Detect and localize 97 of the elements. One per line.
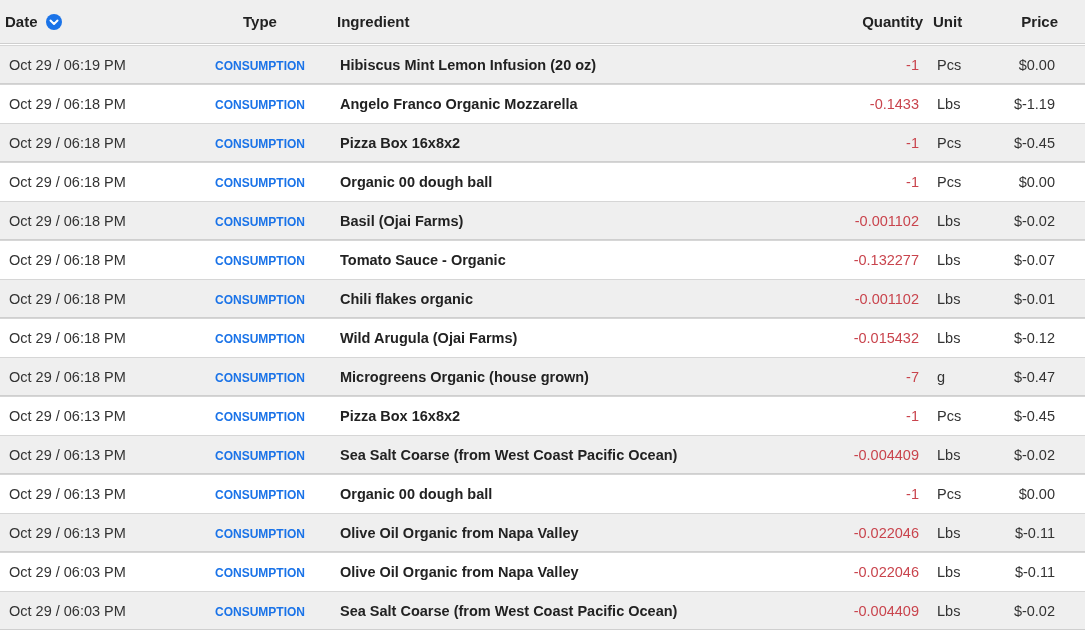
type-label: CONSUMPTION (215, 253, 305, 268)
ingredient-cell: Organic 00 dough ball (340, 173, 493, 190)
unit-cell: Lbs (937, 95, 961, 112)
ingredient-cell: Basil (Ojai Farms) (340, 212, 464, 229)
quantity-cell: -0.132277 (853, 251, 919, 268)
price-cell: $0.00 (1018, 485, 1055, 502)
unit-cell: Pcs (937, 407, 962, 424)
date-cell: Oct 29 / 06:03 PM (9, 602, 126, 619)
quantity-cell: -0.001102 (854, 290, 919, 307)
ingredient-cell: Pizza Box 16x8x2 (340, 407, 461, 424)
quantity-cell: -1 (906, 407, 919, 424)
unit-cell: g (937, 368, 946, 385)
column-header[interactable]: Ingredient (337, 13, 410, 30)
date-cell: Oct 29 / 06:18 PM (9, 329, 126, 346)
type-label: CONSUMPTION (215, 604, 305, 619)
price-cell: $-0.07 (1013, 251, 1055, 268)
price-cell: $-0.11 (1014, 524, 1055, 541)
quantity-cell: -1 (906, 485, 919, 502)
ingredient-cell: Olive Oil Organic from Napa Valley (340, 524, 579, 541)
type-label: CONSUMPTION (215, 526, 305, 541)
unit-cell: Lbs (937, 251, 961, 268)
price-cell: $-0.47 (1013, 368, 1055, 385)
price-cell: $-0.02 (1013, 602, 1055, 619)
unit-cell: Lbs (937, 524, 961, 541)
quantity-cell: -0.022046 (853, 563, 919, 580)
date-cell: Oct 29 / 06:19 PM (9, 56, 126, 73)
quantity-cell: -0.004409 (853, 602, 919, 619)
unit-cell: Pcs (937, 173, 962, 190)
quantity-cell: -1 (906, 134, 919, 151)
ingredient-cell: Olive Oil Organic from Napa Valley (340, 563, 579, 580)
unit-cell: Lbs (937, 602, 961, 619)
type-label: CONSUMPTION (215, 331, 305, 346)
type-label: CONSUMPTION (215, 370, 305, 385)
type-label: CONSUMPTION (215, 292, 305, 307)
quantity-cell: -0.022046 (853, 524, 919, 541)
ingredient-cell: Sea Salt Coarse (from West Coast Pacific Ocean) (340, 602, 678, 619)
price-cell: $0.00 (1018, 56, 1055, 73)
unit-cell: Pcs (937, 134, 962, 151)
date-cell: Oct 29 / 06:18 PM (9, 368, 126, 385)
date-cell: Oct 29 / 06:18 PM (9, 212, 126, 229)
ingredient-cell: Angelo Franco Organic Mozzarella (340, 95, 578, 112)
date-cell: Oct 29 / 06:18 PM (9, 251, 126, 268)
ingredient-cell: Sea Salt Coarse (from West Coast Pacific Ocean) (340, 446, 678, 463)
price-cell: $-0.11 (1014, 563, 1055, 580)
ingredient-cell: Pizza Box 16x8x2 (340, 134, 461, 151)
type-label: CONSUMPTION (215, 409, 305, 424)
quantity-cell: -1 (906, 56, 919, 73)
unit-cell: Pcs (937, 485, 962, 502)
type-label: CONSUMPTION (215, 214, 305, 229)
price-cell: $-1.19 (1013, 95, 1055, 112)
price-cell: $-0.02 (1013, 446, 1055, 463)
price-cell: $-0.45 (1013, 407, 1055, 424)
quantity-cell: -0.015432 (853, 329, 919, 346)
unit-cell: Lbs (937, 446, 961, 463)
unit-cell: Pcs (937, 56, 962, 73)
date-cell: Oct 29 / 06:13 PM (9, 407, 126, 424)
ingredient-cell: Tomato Sauce - Organic (340, 251, 506, 268)
date-cell: Oct 29 / 06:13 PM (9, 485, 126, 502)
ingredient-cell: Organic 00 dough ball (340, 485, 493, 502)
price-cell: $-0.01 (1013, 290, 1055, 307)
type-label: CONSUMPTION (215, 136, 305, 151)
date-cell: Oct 29 / 06:18 PM (9, 95, 126, 112)
unit-cell: Lbs (937, 329, 961, 346)
unit-cell: Lbs (937, 212, 961, 229)
type-label: CONSUMPTION (215, 175, 305, 190)
column-header[interactable]: Unit (933, 13, 963, 30)
type-label: CONSUMPTION (215, 448, 305, 463)
date-cell: Oct 29 / 06:03 PM (9, 563, 126, 580)
unit-cell: Lbs (937, 563, 961, 580)
ingredient-cell: Wild Arugula (Ojai Farms) (340, 329, 518, 346)
type-label: CONSUMPTION (215, 565, 305, 580)
type-label: CONSUMPTION (215, 97, 305, 112)
date-cell: Oct 29 / 06:18 PM (9, 290, 126, 307)
price-cell: $0.00 (1018, 173, 1055, 190)
date-cell: Oct 29 / 06:13 PM (9, 446, 126, 463)
ingredient-cell: Microgreens Organic (house grown) (340, 368, 589, 385)
unit-cell: Lbs (937, 290, 961, 307)
ingredient-cell: Chili flakes organic (340, 290, 473, 307)
quantity-cell: -0.1433 (869, 95, 919, 112)
column-header[interactable]: Price (1021, 13, 1058, 30)
column-header[interactable]: Type (243, 13, 277, 30)
sort-down-icon[interactable] (45, 13, 62, 30)
type-label: CONSUMPTION (215, 487, 305, 502)
quantity-cell: -7 (906, 368, 919, 385)
quantity-cell: -1 (906, 173, 919, 190)
date-cell: Oct 29 / 06:18 PM (9, 134, 126, 151)
price-cell: $-0.45 (1013, 134, 1055, 151)
quantity-cell: -0.001102 (854, 212, 919, 229)
quantity-cell: -0.004409 (853, 446, 919, 463)
price-cell: $-0.02 (1013, 212, 1055, 229)
date-cell: Oct 29 / 06:18 PM (9, 173, 126, 190)
column-header[interactable]: Date (5, 13, 62, 30)
type-label: CONSUMPTION (215, 58, 305, 73)
price-cell: $-0.12 (1013, 329, 1055, 346)
ingredient-cell: Hibiscus Mint Lemon Infusion (20 oz) (340, 56, 597, 73)
column-header[interactable]: Quantity (862, 13, 923, 30)
date-cell: Oct 29 / 06:13 PM (9, 524, 126, 541)
